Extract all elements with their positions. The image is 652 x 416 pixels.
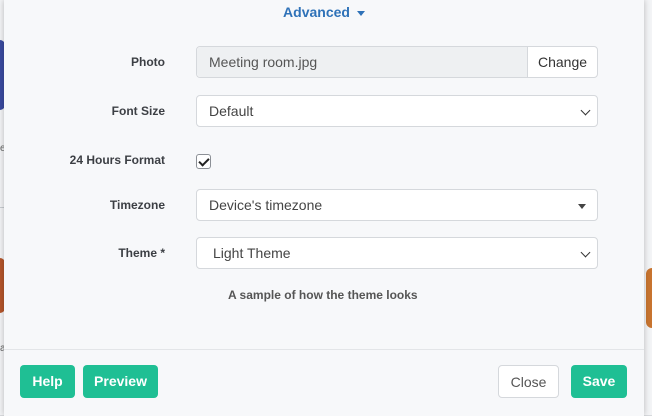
caret-down-icon (578, 204, 586, 209)
chevron-down-icon (580, 247, 591, 258)
font-size-value: Default (209, 103, 254, 119)
hours-format-label: 24 Hours Format (69, 153, 165, 167)
checkmark-icon (198, 155, 210, 167)
photo-filename: Meeting room.jpg (209, 54, 318, 70)
preview-button[interactable]: Preview (83, 365, 158, 398)
caret-down-icon (356, 10, 365, 16)
modal-footer: Help Preview Close Save (4, 349, 644, 416)
background-tile (646, 268, 652, 328)
advanced-label: Advanced (283, 4, 350, 20)
photo-field: Meeting room.jpg Change (196, 46, 598, 78)
theme-value: Light Theme (213, 245, 291, 261)
theme-sample-text: A sample of how the theme looks (228, 288, 418, 302)
timezone-label: Timezone (109, 198, 165, 212)
theme-label: Theme * (118, 246, 165, 260)
timezone-value: Device's timezone (209, 197, 323, 213)
hours-format-checkbox[interactable] (196, 154, 211, 169)
save-button[interactable]: Save (571, 365, 627, 398)
photo-label: Photo (131, 55, 165, 69)
settings-modal: Advanced Photo Meeting room.jpg Change F… (4, 0, 644, 416)
photo-input[interactable]: Meeting room.jpg (197, 47, 528, 77)
chevron-down-icon (580, 105, 591, 116)
advanced-toggle[interactable]: Advanced (4, 4, 644, 20)
font-size-label: Font Size (111, 104, 165, 118)
font-size-select[interactable]: Default (196, 95, 598, 127)
help-button[interactable]: Help (20, 365, 75, 398)
theme-select[interactable]: Light Theme (196, 237, 598, 269)
close-button[interactable]: Close (498, 365, 559, 398)
change-photo-button[interactable]: Change (528, 47, 597, 77)
timezone-select[interactable]: Device's timezone (196, 189, 598, 221)
